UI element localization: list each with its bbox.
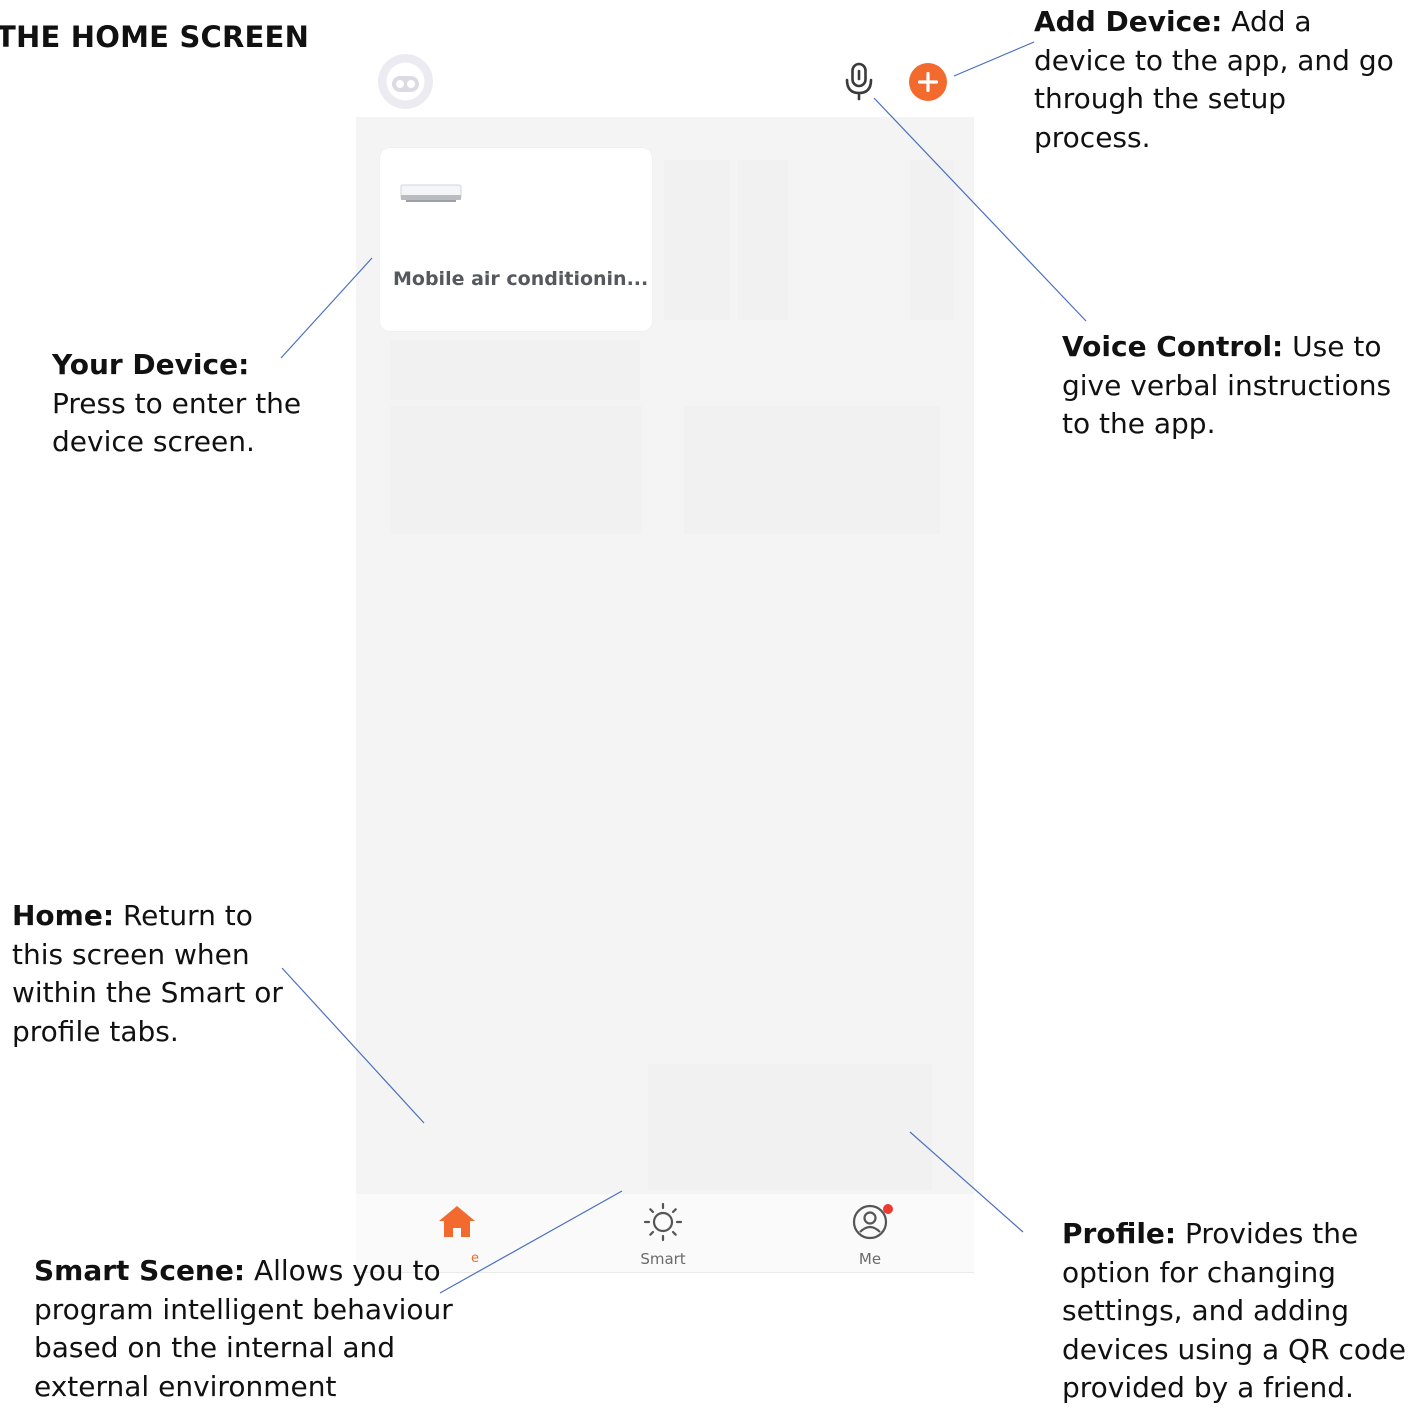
annotation-text: settings, and adding bbox=[1062, 1294, 1350, 1327]
annotation-text: Allows you to bbox=[245, 1254, 441, 1287]
annotation-profile: Profile: Provides the option for changin… bbox=[1062, 1215, 1406, 1408]
annotation-title: Add Device: bbox=[1034, 5, 1223, 38]
annotation-text: to the app. bbox=[1062, 407, 1216, 440]
annotation-title: Your Device: bbox=[52, 348, 250, 381]
leader-add-device bbox=[953, 41, 1035, 77]
annotation-text: process. bbox=[1034, 120, 1151, 154]
leader-your-device bbox=[280, 257, 373, 359]
annotation-text: Provides the bbox=[1176, 1217, 1359, 1250]
annotation-text: Press to enter the bbox=[52, 386, 302, 420]
annotation-text: provided by a friend. bbox=[1062, 1371, 1354, 1404]
annotation-title: Home: bbox=[12, 899, 115, 932]
annotation-text: device screen. bbox=[52, 425, 255, 458]
annotation-text: within the Smart or bbox=[12, 976, 283, 1009]
annotation-text: option for changing bbox=[1062, 1255, 1336, 1289]
annotation-your-device: Your Device: Press to enter the device s… bbox=[52, 346, 301, 462]
annotation-add-device: Add Device: Add a device to the app, and… bbox=[1034, 3, 1394, 157]
annotation-text: device to the app, and go bbox=[1034, 43, 1394, 77]
annotation-title: Smart Scene: bbox=[34, 1254, 246, 1287]
annotation-text: profile tabs. bbox=[12, 1014, 179, 1048]
annotation-text: Use to bbox=[1283, 330, 1382, 363]
annotation-text: devices using a QR code bbox=[1062, 1332, 1406, 1366]
leader-profile bbox=[909, 1131, 1024, 1233]
leader-home bbox=[281, 967, 425, 1124]
annotation-text: this screen when bbox=[12, 937, 250, 971]
annotation-text: based on the internal and bbox=[34, 1331, 396, 1364]
annotation-text: give verbal instructions bbox=[1062, 368, 1392, 402]
annotation-home: Home: Return to this screen when within … bbox=[12, 897, 283, 1051]
annotation-text: Add a bbox=[1222, 5, 1312, 38]
annotation-text: external environment bbox=[34, 1369, 337, 1403]
annotation-smart-scene: Smart Scene: Allows you to program intel… bbox=[34, 1252, 453, 1406]
annotation-voice-control: Voice Control: Use to give verbal instru… bbox=[1062, 328, 1391, 444]
annotation-text: through the setup bbox=[1034, 82, 1287, 115]
leader-smart-scene bbox=[439, 1190, 623, 1294]
annotation-leader-lines bbox=[280, 41, 1087, 1294]
annotation-text: Return to bbox=[114, 899, 253, 932]
annotation-text: program intelligent behaviour bbox=[34, 1292, 453, 1326]
annotation-title: Voice Control: bbox=[1062, 330, 1284, 363]
annotation-title: Profile: bbox=[1062, 1217, 1177, 1250]
